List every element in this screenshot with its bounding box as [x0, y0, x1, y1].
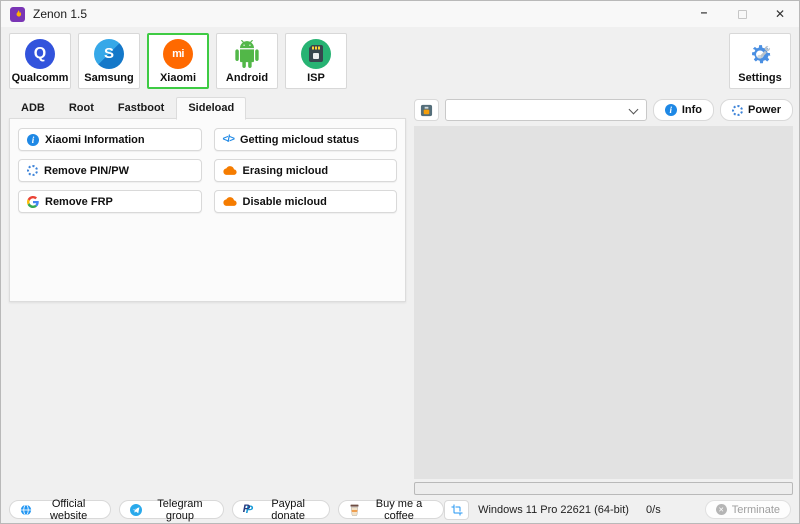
gear-icon — [746, 39, 774, 69]
remove-pin-pw-button[interactable]: Remove PIN/PW — [18, 159, 202, 182]
xiaomi-information-button[interactable]: i Xiaomi Information — [18, 128, 202, 151]
device-select[interactable] — [445, 99, 647, 121]
getting-micloud-status-button[interactable]: </> Getting micloud status — [213, 128, 397, 151]
cloud-icon — [222, 165, 237, 176]
chevron-down-icon — [628, 104, 639, 115]
terminate-x-icon — [715, 504, 727, 515]
power-button[interactable]: Power — [719, 99, 793, 121]
os-version-text: Windows 11 Pro 22621 (64-bit) — [478, 503, 629, 516]
info-icon: i — [27, 133, 39, 146]
paypal-icon — [243, 503, 253, 516]
mode-tabs: ADB Root Fastboot Sideload — [9, 97, 247, 120]
window-controls: – ✕ — [685, 1, 799, 27]
transfer-speed-text: 0/s — [646, 503, 661, 516]
qualcomm-icon: Q — [25, 38, 55, 69]
info-icon: i — [664, 104, 677, 116]
brand-button-android[interactable]: Android — [216, 33, 278, 89]
crop-icon — [451, 504, 463, 516]
spinner-icon — [27, 165, 38, 176]
tab-root[interactable]: Root — [57, 97, 106, 120]
telegram-icon — [130, 503, 143, 516]
device-icon — [420, 104, 433, 117]
maximize-icon — [737, 9, 747, 19]
screenshot-button[interactable] — [444, 499, 470, 520]
globe-icon — [20, 503, 32, 516]
samsung-icon: S — [94, 38, 124, 69]
brand-button-xiaomi[interactable]: mi Xiaomi — [147, 33, 209, 89]
buy-me-a-coffee-button[interactable]: Buy me a coffee — [337, 498, 445, 522]
flame-icon — [10, 6, 25, 22]
info-button[interactable]: i Info — [652, 99, 714, 121]
brand-button-isp[interactable]: ISP — [285, 33, 347, 89]
erasing-micloud-button[interactable]: Erasing micloud — [213, 159, 397, 182]
brand-toolbar: Q Qualcomm S Samsung mi Xiaomi Android I… — [9, 33, 791, 89]
official-website-button[interactable]: Official website — [9, 498, 112, 522]
action-grid: i Xiaomi Information </> Getting micloud… — [10, 119, 405, 222]
tab-fastboot[interactable]: Fastboot — [106, 97, 176, 120]
device-bar: i Info Power — [414, 99, 793, 121]
device-button[interactable] — [414, 99, 439, 121]
code-icon: </> — [222, 134, 236, 145]
status-right: Windows 11 Pro 22621 (64-bit) 0/s Termin… — [444, 499, 791, 520]
xiaomi-icon: mi — [163, 38, 193, 69]
maximize-button[interactable] — [723, 1, 761, 27]
brand-button-qualcomm[interactable]: Q Qualcomm — [9, 33, 71, 89]
disable-micloud-button[interactable]: Disable micloud — [213, 190, 397, 213]
close-button[interactable]: ✕ — [761, 1, 799, 27]
status-bar: Official website Telegram group Paypal d… — [1, 496, 799, 523]
sideload-panel: i Xiaomi Information </> Getting micloud… — [9, 118, 406, 302]
terminate-button[interactable]: Terminate — [704, 500, 791, 519]
telegram-group-button[interactable]: Telegram group — [119, 498, 224, 522]
power-cycle-icon — [731, 104, 743, 116]
tab-adb[interactable]: ADB — [9, 97, 57, 120]
minimize-button[interactable]: – — [685, 1, 723, 27]
cloud-icon — [222, 196, 237, 207]
status-links: Official website Telegram group Paypal d… — [9, 498, 445, 522]
log-output-area — [414, 126, 793, 479]
remove-frp-button[interactable]: Remove FRP — [18, 190, 202, 213]
brand-button-samsung[interactable]: S Samsung — [78, 33, 140, 89]
google-icon — [27, 195, 39, 208]
settings-button[interactable]: Settings — [729, 33, 791, 89]
tab-sideload[interactable]: Sideload — [176, 97, 247, 120]
android-icon — [233, 39, 261, 69]
coffee-icon — [349, 504, 360, 516]
progress-bar — [414, 482, 793, 495]
title-bar: Zenon 1.5 – ✕ — [1, 1, 799, 27]
paypal-donate-button[interactable]: Paypal donate — [231, 498, 330, 522]
window-title: Zenon 1.5 — [33, 7, 88, 21]
isp-icon — [301, 38, 331, 69]
app-window: Zenon 1.5 – ✕ Q Qualcomm S Samsung mi Xi… — [0, 0, 800, 524]
